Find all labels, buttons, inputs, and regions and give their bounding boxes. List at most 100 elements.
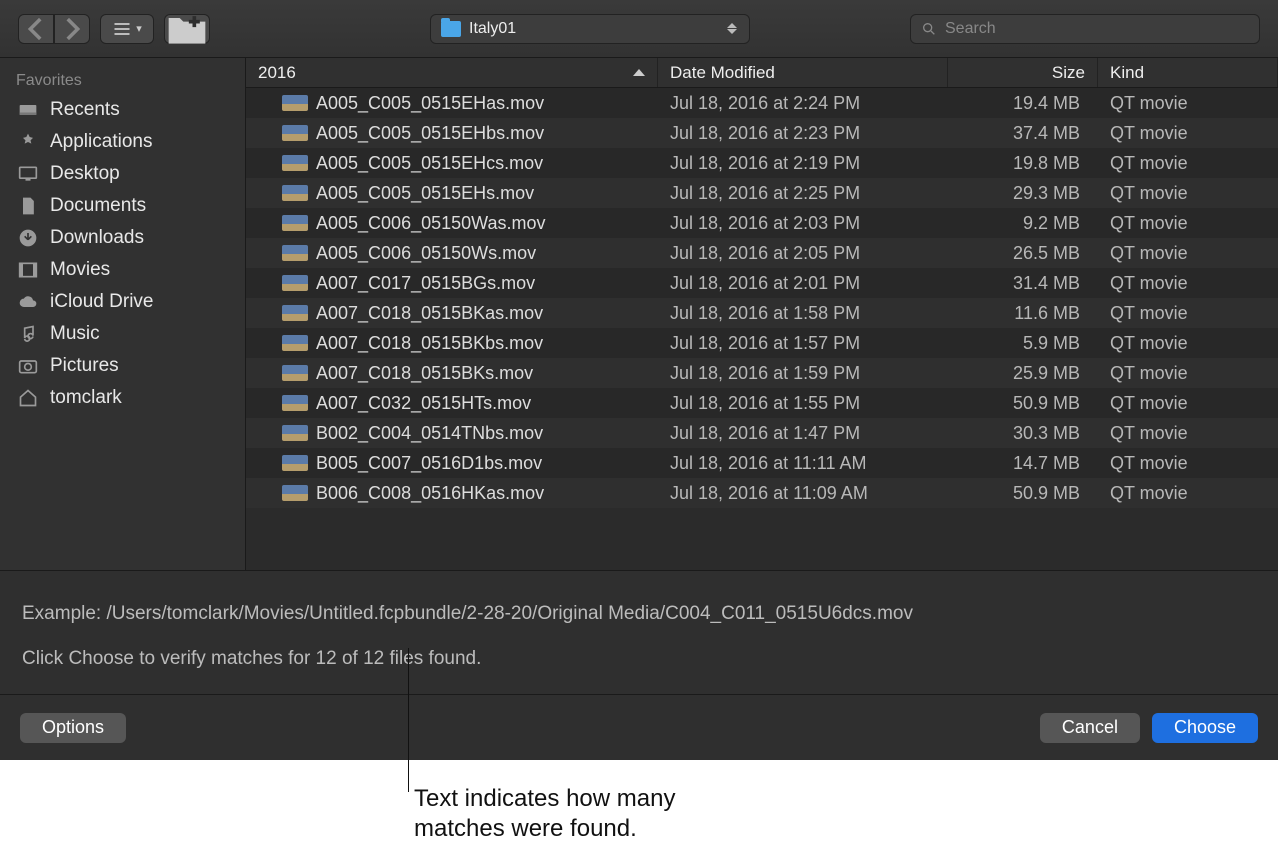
file-kind: QT movie <box>1098 153 1278 174</box>
file-name: A007_C018_0515BKbs.mov <box>316 333 543 354</box>
file-date: Jul 18, 2016 at 2:19 PM <box>658 153 948 174</box>
file-row[interactable]: B002_C004_0514TNbs.mov Jul 18, 2016 at 1:… <box>246 418 1278 448</box>
file-chooser-window: ▾ Italy01 Search Favorites Recents Appli… <box>0 0 1278 760</box>
example-path: Example: /Users/tomclark/Movies/Untitled… <box>22 599 1256 629</box>
location-dropdown[interactable]: Italy01 <box>430 14 750 44</box>
nav-buttons <box>18 14 90 44</box>
file-size: 50.9 MB <box>948 483 1098 504</box>
column-header-kind[interactable]: Kind <box>1098 58 1278 87</box>
file-name: B006_C008_0516HKas.mov <box>316 483 544 504</box>
file-name: A005_C005_0515EHas.mov <box>316 93 544 114</box>
file-thumbnail-icon <box>282 95 308 111</box>
file-date: Jul 18, 2016 at 2:24 PM <box>658 93 948 114</box>
file-name: A005_C005_0515EHbs.mov <box>316 123 544 144</box>
file-name: A005_C006_05150Was.mov <box>316 213 545 234</box>
column-header-size[interactable]: Size <box>948 58 1098 87</box>
file-thumbnail-icon <box>282 185 308 201</box>
file-name: A007_C017_0515BGs.mov <box>316 273 535 294</box>
file-date: Jul 18, 2016 at 1:57 PM <box>658 333 948 354</box>
file-row[interactable]: A007_C017_0515BGs.mov Jul 18, 2016 at 2:0… <box>246 268 1278 298</box>
file-kind: QT movie <box>1098 453 1278 474</box>
callout-leader-line <box>408 648 409 792</box>
new-folder-button[interactable] <box>164 14 210 44</box>
file-size: 29.3 MB <box>948 183 1098 204</box>
search-input[interactable]: Search <box>910 14 1260 44</box>
sidebar-item-recents[interactable]: Recents <box>0 94 245 126</box>
desktop-icon <box>16 164 40 184</box>
choose-button[interactable]: Choose <box>1152 713 1258 743</box>
file-size: 11.6 MB <box>948 303 1098 324</box>
sidebar-item-pictures[interactable]: Pictures <box>0 350 245 382</box>
chevron-left-icon <box>19 12 53 46</box>
file-row[interactable]: B005_C007_0516D1bs.movJul 18, 2016 at 11… <box>246 448 1278 478</box>
file-date: Jul 18, 2016 at 2:05 PM <box>658 243 948 264</box>
file-row[interactable]: A005_C005_0515EHbs.mov Jul 18, 2016 at 2:… <box>246 118 1278 148</box>
sidebar-item-label: Applications <box>50 131 152 153</box>
file-row[interactable]: A005_C005_0515EHas.mov Jul 18, 2016 at 2:… <box>246 88 1278 118</box>
file-name: B002_C004_0514TNbs.mov <box>316 423 543 444</box>
file-row[interactable]: A007_C018_0515BKbs.mov Jul 18, 2016 at 1:… <box>246 328 1278 358</box>
file-row[interactable]: A007_C018_0515BKas.movJul 18, 2016 at 1:… <box>246 298 1278 328</box>
file-row[interactable]: A005_C005_0515EHcs.movJul 18, 2016 at 2:… <box>246 148 1278 178</box>
cloud-icon <box>16 292 40 312</box>
back-button[interactable] <box>18 14 54 44</box>
sidebar-item-label: Downloads <box>50 227 144 249</box>
file-row[interactable]: A005_C006_05150Ws.movJul 18, 2016 at 2:0… <box>246 238 1278 268</box>
sidebar-item-downloads[interactable]: Downloads <box>0 222 245 254</box>
file-thumbnail-icon <box>282 485 308 501</box>
file-thumbnail-icon <box>282 125 308 141</box>
file-kind: QT movie <box>1098 333 1278 354</box>
sidebar-item-music[interactable]: Music <box>0 318 245 350</box>
forward-button[interactable] <box>54 14 90 44</box>
file-name: A005_C005_0515EHs.mov <box>316 183 534 204</box>
file-row[interactable]: A007_C018_0515BKs.movJul 18, 2016 at 1:5… <box>246 358 1278 388</box>
column-header-date[interactable]: Date Modified <box>658 58 948 87</box>
sidebar-item-label: iCloud Drive <box>50 291 153 313</box>
sidebar-item-label: Movies <box>50 259 110 281</box>
file-size: 30.3 MB <box>948 423 1098 444</box>
file-row[interactable]: A007_C032_0515HTs.movJul 18, 2016 at 1:5… <box>246 388 1278 418</box>
file-date: Jul 18, 2016 at 2:01 PM <box>658 273 948 294</box>
file-thumbnail-icon <box>282 305 308 321</box>
documents-icon <box>16 196 40 216</box>
file-name: A007_C032_0515HTs.mov <box>316 393 531 414</box>
sidebar-item-movies[interactable]: Movies <box>0 254 245 286</box>
file-name: B005_C007_0516D1bs.mov <box>316 453 542 474</box>
file-size: 14.7 MB <box>948 453 1098 474</box>
file-size: 19.8 MB <box>948 153 1098 174</box>
updown-caret-icon <box>725 20 739 38</box>
file-kind: QT movie <box>1098 393 1278 414</box>
file-size: 50.9 MB <box>948 393 1098 414</box>
file-date: Jul 18, 2016 at 1:47 PM <box>658 423 948 444</box>
file-date: Jul 18, 2016 at 2:23 PM <box>658 123 948 144</box>
sidebar-item-home[interactable]: tomclark <box>0 382 245 414</box>
file-size: 19.4 MB <box>948 93 1098 114</box>
sidebar-item-applications[interactable]: Applications <box>0 126 245 158</box>
sort-ascending-icon <box>633 69 645 76</box>
file-list-area: 2016 Date Modified Size Kind A005_C005_0… <box>246 58 1278 570</box>
sidebar-item-documents[interactable]: Documents <box>0 190 245 222</box>
cancel-button[interactable]: Cancel <box>1040 713 1140 743</box>
match-status: Click Choose to verify matches for 12 of… <box>22 644 1256 674</box>
file-thumbnail-icon <box>282 215 308 231</box>
sidebar-item-label: Recents <box>50 99 120 121</box>
file-kind: QT movie <box>1098 483 1278 504</box>
file-row[interactable]: A005_C005_0515EHs.movJul 18, 2016 at 2:2… <box>246 178 1278 208</box>
sidebar-item-icloud[interactable]: iCloud Drive <box>0 286 245 318</box>
sidebar-item-label: Music <box>50 323 100 345</box>
column-header-name[interactable]: 2016 <box>246 58 658 87</box>
file-row[interactable]: B006_C008_0516HKas.movJul 18, 2016 at 11… <box>246 478 1278 508</box>
music-icon <box>16 324 40 344</box>
file-thumbnail-icon <box>282 455 308 471</box>
file-kind: QT movie <box>1098 243 1278 264</box>
toolbar: ▾ Italy01 Search <box>0 0 1278 58</box>
file-size: 31.4 MB <box>948 273 1098 294</box>
footer: Options Cancel Choose <box>0 694 1278 760</box>
file-row[interactable]: A005_C006_05150Was.movJul 18, 2016 at 2:… <box>246 208 1278 238</box>
file-size: 26.5 MB <box>948 243 1098 264</box>
sidebar-item-desktop[interactable]: Desktop <box>0 158 245 190</box>
file-kind: QT movie <box>1098 423 1278 444</box>
view-mode-button[interactable]: ▾ <box>100 14 154 44</box>
options-button[interactable]: Options <box>20 713 126 743</box>
file-date: Jul 18, 2016 at 1:59 PM <box>658 363 948 384</box>
